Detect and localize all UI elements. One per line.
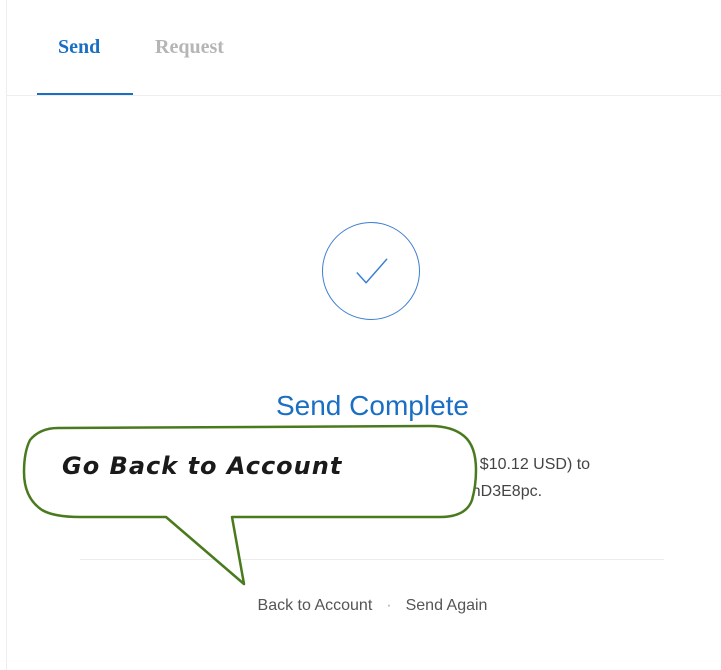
page-left-border: [6, 0, 7, 670]
send-again-link[interactable]: Send Again: [406, 597, 488, 614]
tab-request[interactable]: Request: [155, 36, 224, 59]
summary-line-2: ZnD3E8pc.: [462, 483, 543, 500]
footer-links: Back to Account · Send Again: [0, 597, 721, 615]
tab-send[interactable]: Send: [58, 36, 100, 59]
send-complete-page: Send Request Send Complete th $10.12 USD…: [0, 0, 721, 670]
divider: [80, 559, 664, 560]
active-tab-indicator: [37, 93, 133, 95]
back-to-account-link[interactable]: Back to Account: [258, 597, 373, 614]
callout-bubble: [22, 424, 478, 586]
callout-text: Go Back to Account: [62, 452, 343, 480]
tab-bar: Send Request: [7, 0, 721, 96]
page-title: Send Complete: [275, 390, 469, 421]
checkmark-icon: [322, 222, 420, 320]
link-separator: ·: [386, 597, 392, 614]
